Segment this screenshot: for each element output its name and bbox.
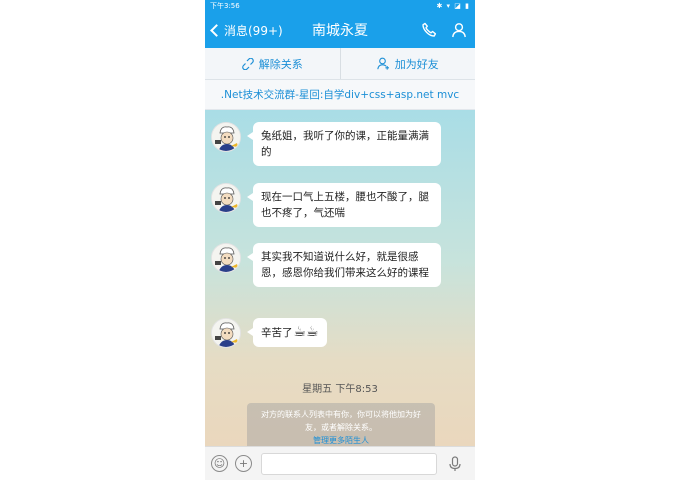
chat-area[interactable]: 兔纸姐，我听了你的课，正能量满满的 现在一口气上五楼，腰也不酸了，腿也不疼了，气… [205, 110, 475, 452]
avatar[interactable] [211, 183, 241, 213]
unlink-icon [241, 57, 254, 70]
system-notice-text: 对方的联系人列表中有你，你可以将他加为好友，或者解除关系。 [261, 410, 421, 432]
message-bubble[interactable]: 现在一口气上五楼，腰也不酸了，腿也不疼了，气还喘 [247, 183, 441, 227]
message-row: 兔纸姐，我听了你的课，正能量满满的 [211, 122, 441, 166]
chevron-left-icon [210, 23, 223, 37]
message-row: 辛苦了☕☕ [211, 318, 327, 348]
message-input[interactable] [261, 452, 437, 475]
status-bar: 下午3:56 ✱ ▾ ◪ ▮ [205, 0, 475, 12]
chef-avatar-icon [212, 184, 240, 212]
status-time: 下午3:56 [210, 2, 240, 10]
more-button[interactable]: + [235, 455, 252, 472]
relation-actions: 解除关系 加为好友 [205, 48, 475, 80]
status-icons: ✱ ▾ ◪ ▮ [436, 2, 470, 10]
message-timestamp: 星期五 下午8:53 [302, 384, 378, 395]
back-button[interactable]: 消息(99+) [209, 12, 283, 48]
add-friend-button[interactable]: 加为好友 [339, 48, 476, 79]
add-friend-label: 加为好友 [394, 57, 439, 71]
message-bubble[interactable]: 其实我不知道说什么好，就是很感恩，感恩你给我们带来这么好的课程 [247, 243, 441, 287]
avatar[interactable] [211, 122, 241, 152]
emoji-button[interactable]: ☺ [211, 455, 228, 472]
smiley-icon: ☺ [213, 457, 226, 470]
message-text: 兔纸姐，我听了你的课，正能量满满的 [261, 130, 429, 158]
remove-relation-button[interactable]: 解除关系 [205, 48, 340, 79]
plus-icon: + [238, 457, 249, 470]
nav-bar: 消息(99+) 南城永夏 [205, 12, 475, 48]
message-row: 现在一口气上五楼，腰也不酸了，腿也不疼了，气还喘 [211, 183, 441, 227]
chef-avatar-icon [212, 244, 240, 272]
profile-button[interactable] [451, 22, 467, 38]
back-label: 消息(99+) [224, 23, 283, 38]
add-user-icon [377, 57, 389, 70]
message-bubble[interactable]: 兔纸姐，我听了你的课，正能量满满的 [247, 122, 441, 166]
message-text: 辛苦了 [261, 327, 293, 339]
system-notice: 对方的联系人列表中有你，你可以将他加为好友，或者解除关系。 管理更多陌生人 [247, 403, 435, 452]
group-source-link[interactable]: .Net技术交流群-星回:自学div+css+asp.net mvc [205, 80, 475, 110]
message-text: 现在一口气上五楼，腰也不酸了，腿也不疼了，气还喘 [261, 191, 429, 219]
avatar[interactable] [211, 318, 241, 348]
message-bubble[interactable]: 辛苦了☕☕ [247, 318, 327, 347]
message-text: 其实我不知道说什么好，就是很感恩，感恩你给我们带来这么好的课程 [261, 251, 429, 279]
phone-call-button[interactable] [421, 22, 437, 38]
user-icon [452, 23, 466, 38]
voice-button[interactable] [441, 453, 469, 475]
message-row: 其实我不知道说什么好，就是很感恩，感恩你给我们带来这么好的课程 [211, 243, 441, 287]
coffee-emoji-icon: ☕☕ [293, 324, 319, 340]
phone-icon [422, 22, 437, 37]
phone-screen: 下午3:56 ✱ ▾ ◪ ▮ 消息(99+) 南城永夏 解除关系 加为好友 .N… [205, 0, 475, 480]
chef-avatar-icon [212, 123, 240, 151]
input-bar: ☺ + [205, 446, 475, 480]
avatar[interactable] [211, 243, 241, 273]
remove-relation-label: 解除关系 [258, 57, 303, 71]
chef-avatar-icon [212, 319, 240, 347]
microphone-icon [449, 455, 461, 471]
